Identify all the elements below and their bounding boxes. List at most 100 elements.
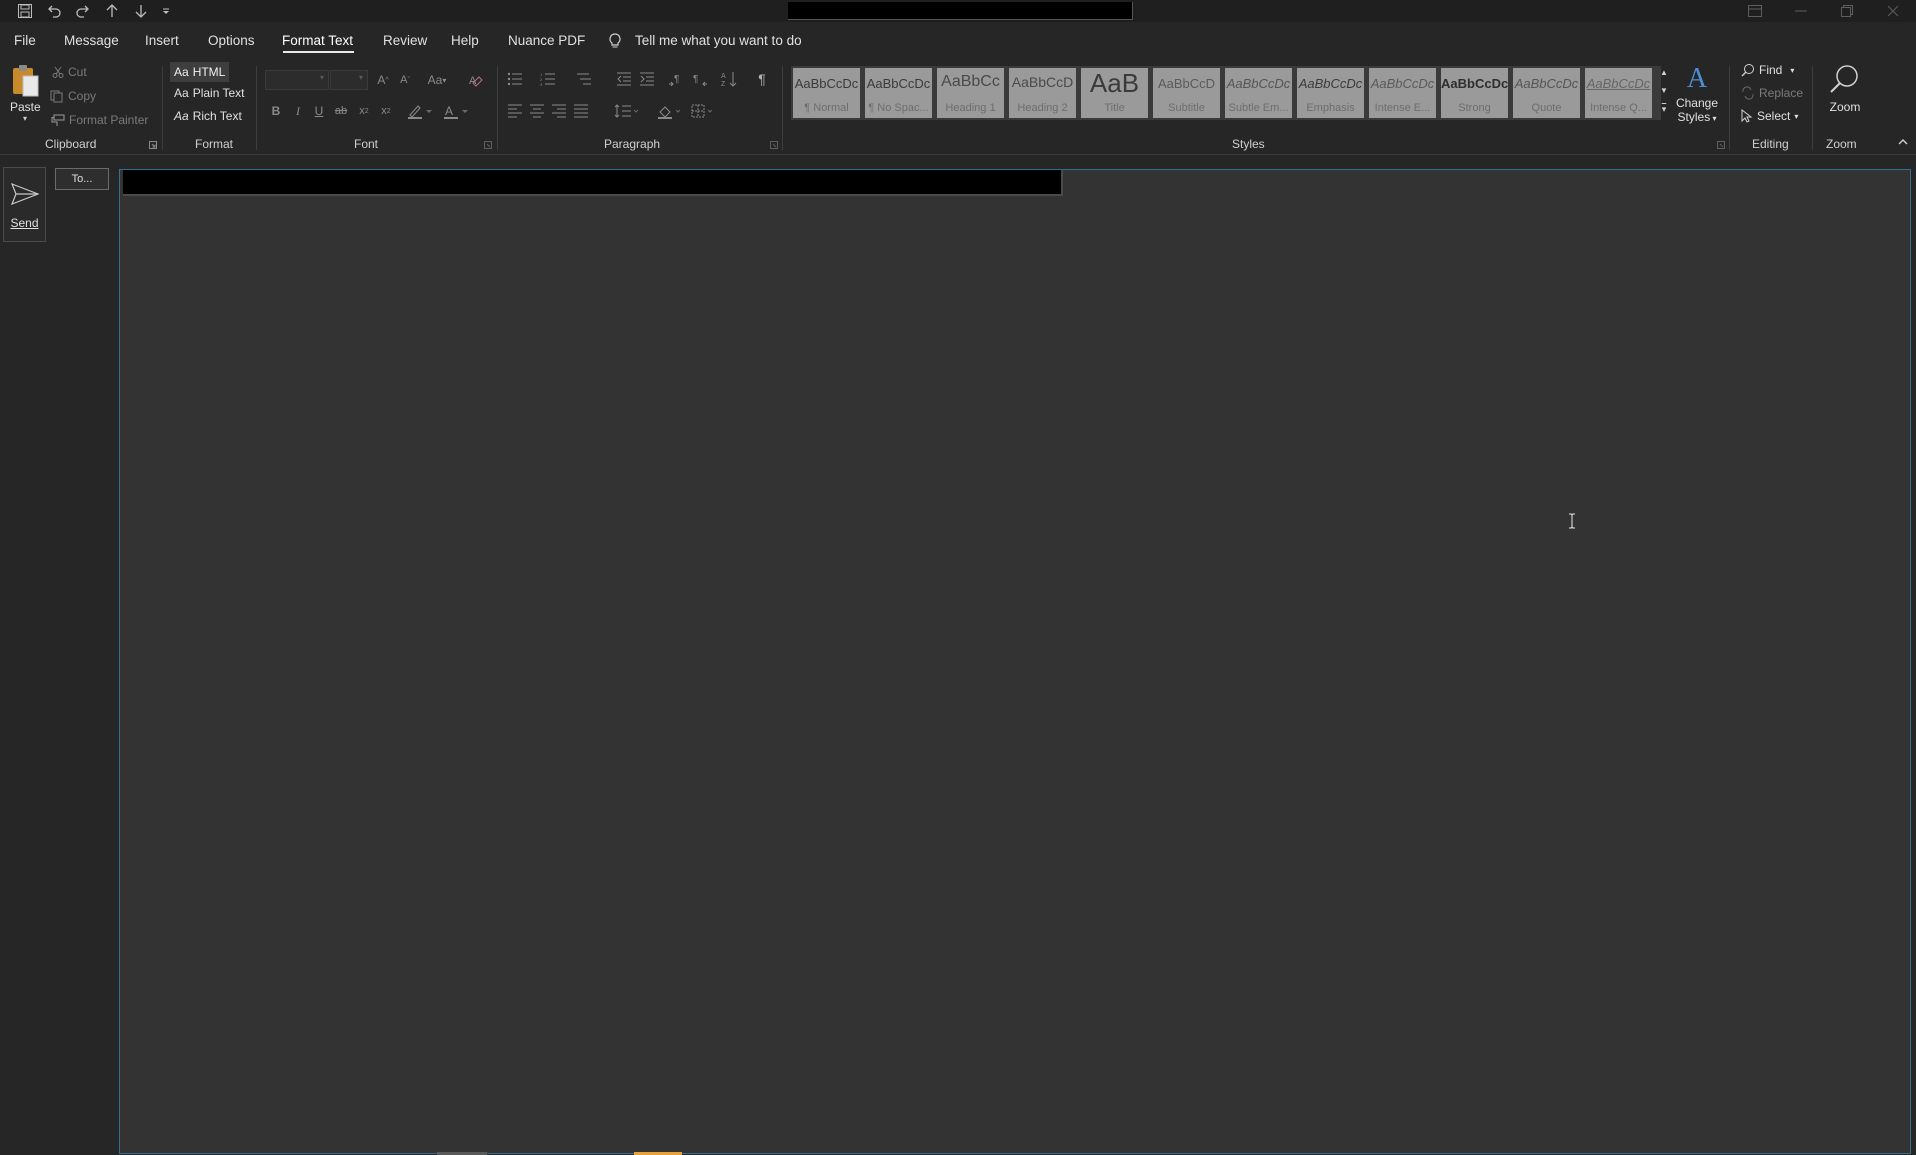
style-title[interactable]: AaB Title: [1081, 68, 1148, 118]
active-tab-indicator: [283, 51, 354, 53]
shrink-font-icon[interactable]: Aˇ: [395, 70, 415, 90]
chevron-down-icon: ▾: [1790, 65, 1795, 75]
format-html-button[interactable]: Aa HTML: [170, 62, 230, 82]
font-name-combobox[interactable]: ▾: [265, 70, 329, 90]
line-spacing-icon[interactable]: [613, 101, 641, 121]
rtl-icon[interactable]: ¶: [690, 69, 710, 89]
ribbon-display-icon[interactable]: [1732, 0, 1778, 22]
strikethrough-button[interactable]: ab: [331, 101, 351, 121]
format-plain-text-label: Plain Text: [192, 86, 245, 100]
italic-button[interactable]: I: [288, 101, 308, 121]
justify-icon[interactable]: [571, 101, 591, 121]
tab-file[interactable]: File: [14, 33, 36, 48]
minimize-icon[interactable]: [1778, 0, 1824, 22]
font-size-combobox[interactable]: ▾: [330, 70, 368, 90]
style-heading-1[interactable]: AaBbCc Heading 1: [937, 68, 1004, 118]
paste-label: Paste: [10, 100, 41, 114]
find-button[interactable]: Find ▾: [1741, 63, 1794, 77]
style-subtle-emphasis[interactable]: AaBbCcDc Subtle Em...: [1225, 68, 1292, 118]
style-intense-emphasis[interactable]: AaBbCcDc Intense E...: [1369, 68, 1436, 118]
zoom-button[interactable]: Zoom: [1822, 62, 1868, 132]
increase-indent-icon[interactable]: [637, 69, 657, 89]
replace-button[interactable]: Replace: [1741, 86, 1803, 100]
tab-format-text[interactable]: Format Text: [282, 33, 353, 48]
scroll-down-icon[interactable]: ▼: [1656, 82, 1672, 100]
underline-button[interactable]: U: [309, 101, 329, 121]
style-intense-quote[interactable]: AaBbCcDc Intense Q...: [1585, 68, 1652, 118]
format-rich-text-button[interactable]: Aa Rich Text: [174, 109, 242, 123]
style-heading-2[interactable]: AaBbCcD Heading 2: [1009, 68, 1076, 118]
decrease-indent-icon[interactable]: [614, 69, 634, 89]
borders-icon[interactable]: [690, 101, 718, 121]
style-strong[interactable]: AaBbCcDc Strong: [1441, 68, 1508, 118]
tab-message[interactable]: Message: [64, 33, 119, 48]
clipboard-launcher-icon[interactable]: [149, 141, 157, 149]
up-arrow-icon[interactable]: [100, 1, 124, 21]
paste-icon: [13, 65, 39, 97]
customize-icon[interactable]: [158, 1, 174, 21]
send-button[interactable]: Send: [3, 167, 46, 242]
grow-font-icon[interactable]: A ^: [373, 70, 393, 90]
copy-button[interactable]: Copy: [50, 89, 96, 103]
style-subtitle[interactable]: AaBbCcD Subtitle: [1153, 68, 1220, 118]
style-quote[interactable]: AaBbCcDc Quote: [1513, 68, 1580, 118]
tab-nuance-pdf[interactable]: Nuance PDF: [508, 33, 585, 48]
paste-dropdown-icon[interactable]: ▾: [10, 114, 40, 123]
chevron-down-icon: ▾: [319, 73, 324, 82]
restore-icon[interactable]: [1824, 0, 1870, 22]
subscript-button[interactable]: x2: [354, 101, 374, 121]
redo-icon[interactable]: [71, 1, 95, 21]
copy-icon: [50, 90, 64, 103]
align-right-icon[interactable]: [549, 101, 569, 121]
svg-text:Z: Z: [721, 81, 726, 87]
format-plain-text-button[interactable]: Aa Plain Text: [174, 86, 245, 100]
style-name: Quote: [1531, 102, 1562, 114]
align-left-icon[interactable]: [505, 101, 525, 121]
font-color-button[interactable]: A: [442, 101, 470, 121]
undo-icon[interactable]: [42, 1, 66, 21]
tell-me-search[interactable]: Tell me what you want to do: [635, 33, 802, 48]
tab-insert[interactable]: Insert: [145, 33, 179, 48]
tab-help[interactable]: Help: [451, 33, 479, 48]
format-painter-button[interactable]: Format Painter: [50, 113, 148, 127]
gallery-expand-icon[interactable]: ▾: [1656, 100, 1672, 118]
change-styles-label-2: Styles: [1677, 110, 1711, 124]
sort-icon[interactable]: AZ: [720, 69, 740, 89]
bullets-icon[interactable]: [505, 69, 525, 89]
replace-icon: [1741, 86, 1755, 100]
to-button[interactable]: To...: [55, 168, 109, 190]
bold-button[interactable]: B: [266, 101, 286, 121]
recipient-field-redacted[interactable]: [123, 170, 1063, 196]
paste-button[interactable]: Paste ▾: [10, 64, 42, 130]
multilevel-list-icon[interactable]: [574, 69, 594, 89]
shading-icon[interactable]: [656, 101, 684, 121]
style-preview: AaBbCcDc: [1298, 76, 1363, 91]
save-icon[interactable]: [13, 1, 37, 21]
down-arrow-icon[interactable]: [129, 1, 153, 21]
change-case-button[interactable]: Aa ▾: [423, 70, 451, 90]
ltr-icon[interactable]: ¶: [666, 69, 686, 89]
message-body[interactable]: [119, 169, 1911, 1154]
collapse-ribbon-icon[interactable]: [1897, 138, 1909, 146]
style-no-spacing[interactable]: AaBbCcDc ¶ No Spac...: [865, 68, 932, 118]
styles-launcher-icon[interactable]: [1717, 141, 1725, 149]
cut-button[interactable]: Cut: [52, 65, 87, 79]
paragraph-launcher-icon[interactable]: [770, 141, 778, 149]
select-button[interactable]: Select ▾: [1741, 109, 1798, 123]
style-name: Intense Q...: [1590, 102, 1647, 114]
highlight-color-button[interactable]: [406, 101, 434, 121]
change-styles-button[interactable]: A Change Styles ▾: [1674, 62, 1720, 132]
superscript-button[interactable]: x2: [376, 101, 396, 121]
font-launcher-icon[interactable]: [484, 141, 492, 149]
numbering-icon[interactable]: 123: [538, 69, 558, 89]
clear-formatting-icon[interactable]: A: [466, 70, 486, 90]
show-formatting-marks-icon[interactable]: ¶: [752, 69, 772, 89]
scroll-up-icon[interactable]: ▲: [1656, 64, 1672, 82]
tab-review[interactable]: Review: [383, 33, 427, 48]
close-icon[interactable]: [1870, 0, 1916, 22]
align-center-icon[interactable]: [527, 101, 547, 121]
style-name: ¶ Normal: [804, 102, 849, 114]
style-emphasis[interactable]: AaBbCcDc Emphasis: [1297, 68, 1364, 118]
tab-options[interactable]: Options: [208, 33, 255, 48]
style-normal[interactable]: AaBbCcDc ¶ Normal: [793, 68, 860, 118]
